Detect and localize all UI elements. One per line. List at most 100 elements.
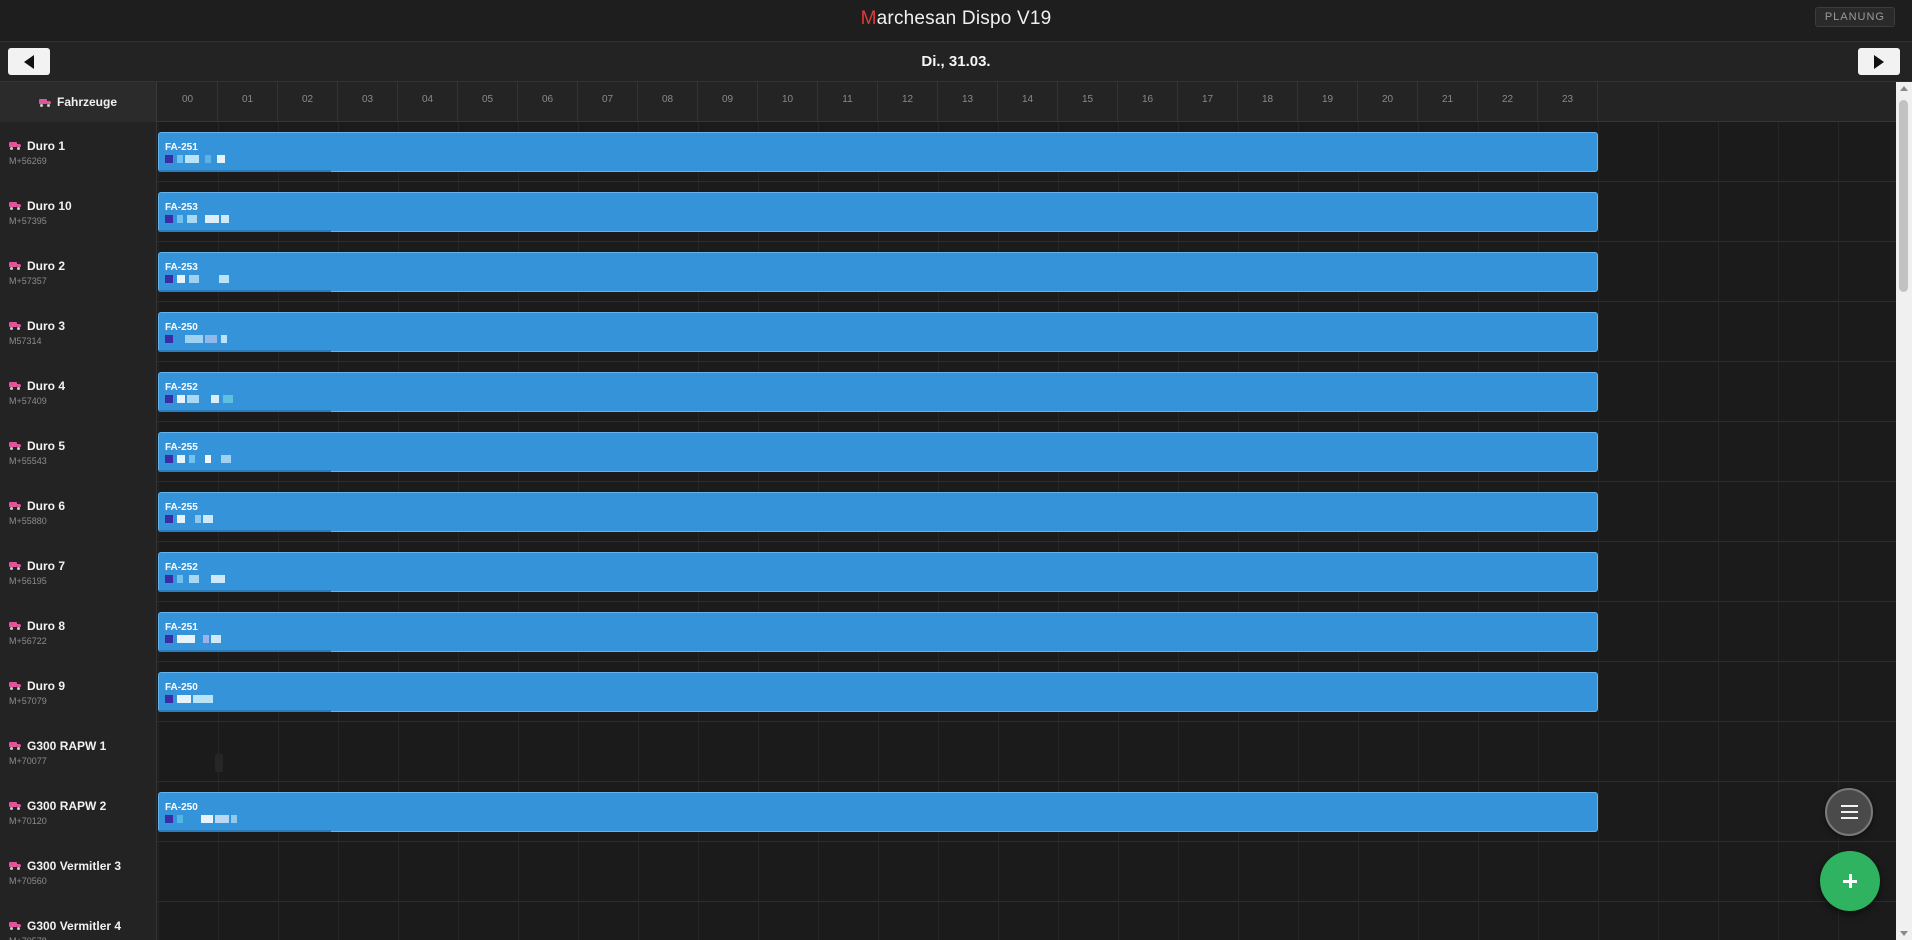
booking-detail-redacted	[189, 455, 195, 463]
hour-gridline	[1718, 722, 1719, 782]
booking-code: FA-252	[165, 562, 198, 573]
booking-detail-redacted	[177, 275, 185, 283]
drag-handle[interactable]	[215, 754, 223, 772]
hour-gridline	[1658, 782, 1659, 842]
vehicle-row[interactable]: G300 Vermitler 4 M+70578	[0, 902, 1896, 940]
current-date: Di., 31.03.	[921, 53, 991, 70]
hour-gridline	[1778, 482, 1779, 542]
hour-gridline	[1838, 482, 1839, 542]
vehicle-plate: M+70077	[9, 756, 47, 766]
hour-gridline	[818, 722, 819, 782]
hour-header-cell: 04	[398, 82, 458, 122]
hour-gridline	[1658, 482, 1659, 542]
vehicle-label[interactable]: Duro 8 M+56722	[0, 602, 157, 662]
truck-icon	[9, 381, 22, 390]
hour-header-cell: 12	[878, 82, 938, 122]
hour-gridline	[1778, 542, 1779, 602]
vehicle-label[interactable]: Duro 3 M57314	[0, 302, 157, 362]
vehicle-row[interactable]: Duro 6 M+55880 FA-255	[0, 482, 1896, 542]
truck-icon	[9, 861, 22, 870]
booking-block[interactable]: FA-255	[158, 432, 1598, 472]
vehicle-row[interactable]: Duro 8 M+56722 FA-251	[0, 602, 1896, 662]
vehicle-label[interactable]: Duro 2 M+57357	[0, 242, 157, 302]
booking-status-square-icon	[165, 695, 173, 703]
vehicle-row[interactable]: Duro 3 M57314 FA-250	[0, 302, 1896, 362]
timeline-header: Fahrzeuge 00 01 02 03 04 05 06 07 08 09 10 11 12 13 14…	[0, 82, 1896, 122]
hour-gridline	[458, 842, 459, 902]
vehicle-label[interactable]: Duro 5 M+55543	[0, 422, 157, 482]
vehicle-row[interactable]: G300 Vermitler 3 M+70560	[0, 842, 1896, 902]
hamburger-menu-icon-bar	[1841, 811, 1858, 813]
booking-block[interactable]: FA-251	[158, 612, 1598, 652]
hour-gridline	[998, 842, 999, 902]
booking-block[interactable]: FA-252	[158, 372, 1598, 412]
vehicle-row[interactable]: G300 RAPW 2 M+70120 FA-250	[0, 782, 1896, 842]
vehicle-plate: M+70578	[9, 936, 47, 940]
hour-gridline	[1658, 302, 1659, 362]
hour-gridline	[1838, 302, 1839, 362]
scroll-up-arrow-icon[interactable]	[1900, 86, 1908, 91]
scroll-down-arrow-icon[interactable]	[1900, 931, 1908, 936]
booking-block[interactable]: FA-253	[158, 252, 1598, 292]
booking-block[interactable]: FA-252	[158, 552, 1598, 592]
booking-detail-redacted	[231, 815, 237, 823]
hour-gridline	[1778, 182, 1779, 242]
vehicle-row[interactable]: Duro 7 M+56195 FA-252	[0, 542, 1896, 602]
vehicle-label[interactable]: Duro 6 M+55880	[0, 482, 157, 542]
hour-gridline	[1718, 122, 1719, 182]
vehicle-row[interactable]: Duro 2 M+57357 FA-253	[0, 242, 1896, 302]
vehicle-label[interactable]: Duro 1 M+56269	[0, 122, 157, 182]
hour-gridline	[1718, 302, 1719, 362]
hour-gridline	[1358, 722, 1359, 782]
vehicle-name-text: Duro 10	[27, 199, 72, 213]
booking-block[interactable]: FA-251	[158, 132, 1598, 172]
vehicle-label[interactable]: G300 RAPW 2 M+70120	[0, 782, 157, 842]
hour-gridline	[398, 842, 399, 902]
hour-gridline	[1778, 302, 1779, 362]
hour-gridline	[998, 902, 999, 940]
vehicle-row[interactable]: Duro 1 M+56269 FA-251	[0, 122, 1896, 182]
hour-gridline	[1238, 722, 1239, 782]
booking-detail-redacted	[177, 575, 183, 583]
vehicle-row[interactable]: G300 RAPW 1 M+70077	[0, 722, 1896, 782]
booking-code: FA-253	[165, 202, 198, 213]
booking-block[interactable]: FA-250	[158, 312, 1598, 352]
hour-header-cell: 13	[938, 82, 998, 122]
hour-header-cell: 03	[338, 82, 398, 122]
vehicle-label[interactable]: G300 Vermitler 4 M+70578	[0, 902, 157, 940]
menu-button[interactable]	[1825, 788, 1873, 836]
vehicle-label[interactable]: G300 Vermitler 3 M+70560	[0, 842, 157, 902]
booking-detail-redacted	[185, 155, 199, 163]
booking-detail-redacted	[221, 335, 227, 343]
vehicle-label[interactable]: Duro 9 M+57079	[0, 662, 157, 722]
vehicle-label[interactable]: Duro 10 M+57395	[0, 182, 157, 242]
hour-gridline	[1718, 422, 1719, 482]
booking-block[interactable]: FA-255	[158, 492, 1598, 532]
hour-gridline	[1598, 542, 1599, 602]
booking-block[interactable]: FA-250	[158, 672, 1598, 712]
hour-gridline	[1538, 902, 1539, 940]
hour-header-cell: 09	[698, 82, 758, 122]
next-day-button[interactable]	[1858, 48, 1900, 75]
vehicle-row[interactable]: Duro 5 M+55543 FA-255	[0, 422, 1896, 482]
add-booking-button[interactable]	[1820, 851, 1880, 911]
hour-gridline	[998, 722, 999, 782]
hour-gridline	[878, 722, 879, 782]
hour-gridline	[1838, 182, 1839, 242]
hour-gridline	[278, 902, 279, 940]
hour-gridline	[878, 902, 879, 940]
vehicle-row[interactable]: Duro 10 M+57395 FA-253	[0, 182, 1896, 242]
vehicle-label[interactable]: Duro 7 M+56195	[0, 542, 157, 602]
booking-detail-redacted	[185, 335, 203, 343]
booking-block[interactable]: FA-250	[158, 792, 1598, 832]
vehicles-column-label: Fahrzeuge	[56, 95, 117, 109]
mode-badge[interactable]: PLANUNG	[1814, 7, 1895, 27]
vehicle-label[interactable]: Duro 4 M+57409	[0, 362, 157, 422]
vehicle-row[interactable]: Duro 9 M+57079 FA-250	[0, 662, 1896, 722]
vertical-scrollbar[interactable]	[1896, 82, 1912, 940]
vehicle-row[interactable]: Duro 4 M+57409 FA-252	[0, 362, 1896, 422]
scrollbar-thumb[interactable]	[1899, 100, 1908, 292]
booking-block[interactable]: FA-253	[158, 192, 1598, 232]
app-title-text: archesan Dispo V19	[876, 8, 1052, 29]
vehicle-label[interactable]: G300 RAPW 1 M+70077	[0, 722, 157, 782]
